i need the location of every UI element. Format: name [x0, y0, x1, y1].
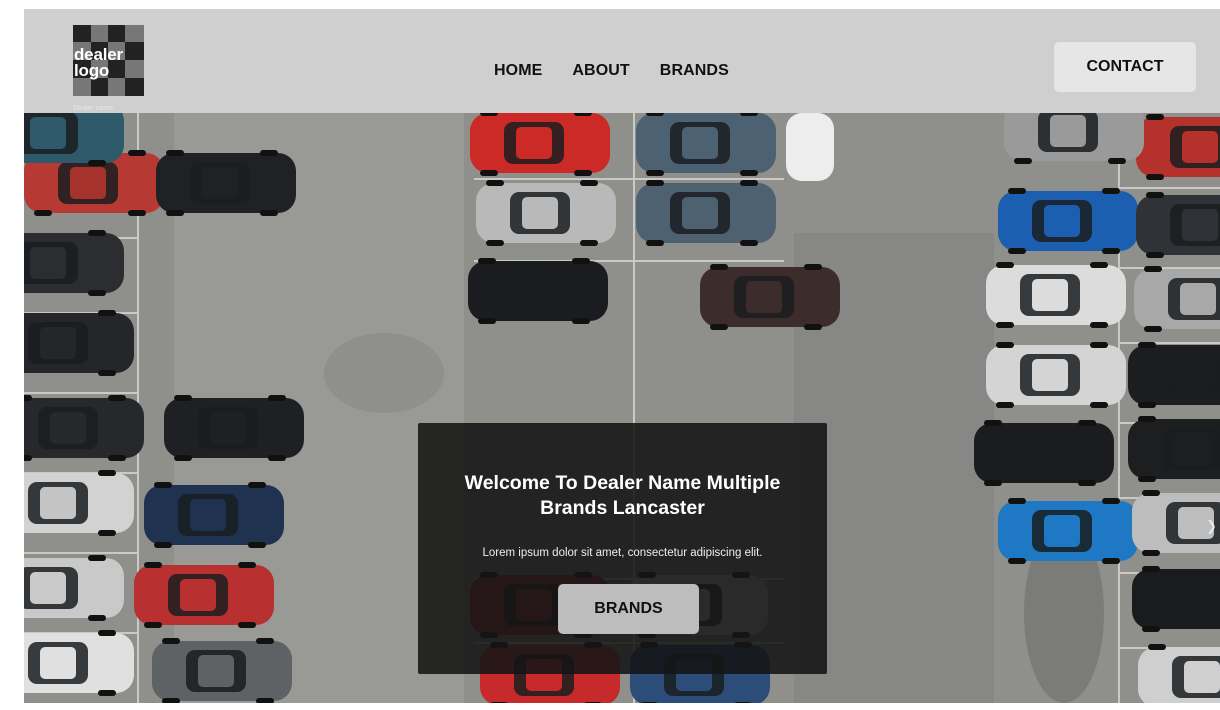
logo-wordmark: dealer logo [74, 46, 123, 80]
chevron-right-icon[interactable]: › [1207, 503, 1216, 546]
welcome-text: Lorem ipsum dolor sit amet, consectetur … [482, 547, 763, 559]
dealer-logo[interactable]: dealer logo [73, 25, 144, 96]
welcome-title: Welcome To Dealer Name Multiple Brands L… [464, 472, 781, 519]
nav-about[interactable]: ABOUT [572, 62, 629, 80]
main-nav: HOME ABOUT BRANDS [494, 62, 729, 80]
site-header: dealer logo Dealer name HOME ABOUT BRAND… [24, 9, 1220, 113]
welcome-overlay: Welcome To Dealer Name Multiple Brands L… [418, 423, 827, 674]
logo-line-2: logo [74, 61, 110, 80]
hero-section: Welcome To Dealer Name Multiple Brands L… [24, 113, 1220, 703]
contact-button[interactable]: CONTACT [1054, 42, 1196, 92]
nav-brands[interactable]: BRANDS [660, 62, 729, 80]
page-frame: dealer logo Dealer name HOME ABOUT BRAND… [24, 9, 1220, 703]
dealer-name: Dealer name [73, 105, 114, 112]
brands-button[interactable]: BRANDS [558, 584, 699, 634]
nav-home[interactable]: HOME [494, 62, 542, 80]
